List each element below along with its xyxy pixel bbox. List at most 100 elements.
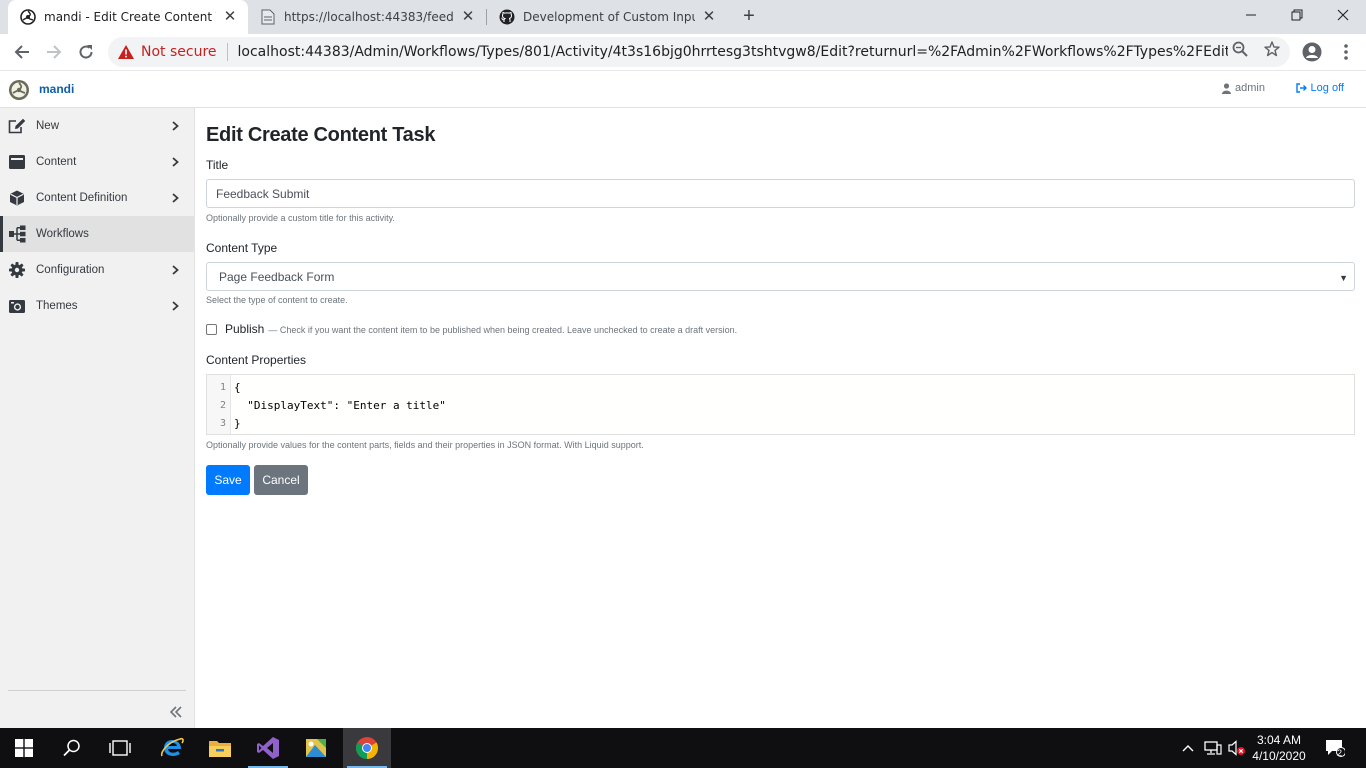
sidebar-item-themes[interactable]: Themes <box>0 288 194 324</box>
inbox-icon <box>8 153 26 171</box>
line-number: 3 <box>219 418 226 429</box>
publish-checkbox[interactable] <box>206 323 217 335</box>
new-tab-button[interactable]: + <box>737 5 761 29</box>
start-icon[interactable] <box>0 728 48 768</box>
chevron-right-icon <box>168 193 182 203</box>
sidebar-divider <box>8 690 186 691</box>
tab-feedback[interactable]: https://localhost:44383/feedback ✕ <box>248 0 486 34</box>
omnibox-separator <box>226 43 228 61</box>
title-input[interactable]: Feedback Submit <box>206 179 1355 208</box>
windows-taskbar: 3:04 AM 4/10/2020 2 <box>0 728 1366 768</box>
username: admin <box>1235 82 1265 94</box>
line-number: 2 <box>219 400 226 411</box>
notifications-icon[interactable]: 2 <box>1320 728 1350 768</box>
visual-studio-icon[interactable] <box>244 728 292 768</box>
reload-icon[interactable] <box>72 38 100 66</box>
cancel-button[interactable]: Cancel <box>254 465 308 495</box>
app-icon[interactable] <box>292 728 340 768</box>
sidebar-item-label: Themes <box>36 300 78 312</box>
chevron-right-icon <box>168 121 182 131</box>
content-type-select[interactable]: Page Feedback Form ▼ <box>206 262 1355 291</box>
code-area[interactable]: { "DisplayText": "Enter a title" } <box>231 375 446 434</box>
minimize-icon[interactable] <box>1228 0 1274 30</box>
orchard-icon <box>20 9 36 25</box>
close-tab-icon[interactable]: ✕ <box>701 9 717 25</box>
content-type-label: Content Type <box>206 241 278 255</box>
title-hint: Optionally provide a custom title for th… <box>206 213 395 223</box>
close-window-icon[interactable] <box>1320 0 1366 30</box>
bookmark-star-icon[interactable] <box>1262 39 1282 59</box>
logoff-link[interactable]: Log off <box>1295 82 1344 94</box>
site-name[interactable]: mandi <box>39 82 74 96</box>
sidebar-item-label: New <box>36 120 60 132</box>
network-icon[interactable] <box>1202 728 1224 768</box>
back-arrow-icon[interactable] <box>8 38 36 66</box>
sidebar-item-configuration[interactable]: Configuration <box>0 252 194 288</box>
close-tab-icon[interactable]: ✕ <box>460 9 476 25</box>
user-icon <box>1222 82 1232 94</box>
tab-edit-create-content-task[interactable]: mandi - Edit Create Content Task ✕ <box>8 0 248 34</box>
app-header: mandi admin Log off <box>0 70 1366 108</box>
tab-title: mandi - Edit Create Content Task <box>44 10 216 24</box>
url-text[interactable]: localhost:44383/Admin/Workflows/Types/80… <box>238 44 1228 60</box>
notification-count: 2 <box>1337 748 1343 758</box>
chrome-icon[interactable] <box>343 728 391 768</box>
chevron-right-icon <box>168 301 182 311</box>
zoom-icon[interactable] <box>1230 39 1250 59</box>
browser-menu-icon[interactable] <box>1332 38 1360 66</box>
cube-icon <box>8 189 26 207</box>
camera-icon <box>8 297 26 315</box>
ie-icon[interactable] <box>148 728 196 768</box>
sidebar-item-content[interactable]: Content <box>0 144 194 180</box>
sidebar-item-content-definition[interactable]: Content Definition <box>0 180 194 216</box>
tab-title: https://localhost:44383/feedback <box>284 10 454 24</box>
page-icon <box>260 9 276 25</box>
title-label: Title <box>206 158 229 172</box>
orchard-logo-icon[interactable] <box>8 79 30 101</box>
publish-row: Publish — Check if you want the content … <box>206 322 737 336</box>
sidebar-item-new[interactable]: New <box>0 108 194 144</box>
line-number: 1 <box>219 382 226 393</box>
volume-muted-icon[interactable] <box>1226 728 1248 768</box>
security-indicator[interactable]: Not secure <box>118 44 217 60</box>
code-line: { <box>234 381 241 394</box>
caret-down-icon: ▼ <box>1339 273 1348 283</box>
sidebar-item-workflows[interactable]: Workflows <box>0 216 194 252</box>
system-clock[interactable]: 3:04 AM 4/10/2020 <box>1246 732 1312 764</box>
tab-title: Development of Custom Input Fo <box>523 10 695 24</box>
github-icon <box>499 9 515 25</box>
content-properties-label: Content Properties <box>206 353 307 367</box>
edit-icon <box>8 117 26 135</box>
forward-arrow-icon[interactable] <box>40 38 68 66</box>
logoff-label: Log off <box>1310 82 1344 94</box>
address-bar[interactable]: Not secure localhost:44383/Admin/Workflo… <box>108 37 1290 67</box>
chevron-right-icon <box>168 265 182 275</box>
close-tab-icon[interactable]: ✕ <box>222 9 238 25</box>
search-icon[interactable] <box>48 728 96 768</box>
user-menu[interactable]: admin <box>1222 82 1265 94</box>
task-view-icon[interactable] <box>96 728 144 768</box>
code-line: "DisplayText": "Enter a title" <box>234 399 446 412</box>
publish-hint: — Check if you want the content item to … <box>268 325 738 335</box>
publish-label[interactable]: Publish <box>225 322 264 336</box>
sign-out-icon <box>1295 83 1307 93</box>
sidebar-item-label: Content Definition <box>36 192 128 204</box>
browser-tab-strip: mandi - Edit Create Content Task ✕ https… <box>0 0 1366 34</box>
collapse-sidebar-icon[interactable] <box>166 702 186 722</box>
gear-icon <box>8 261 26 279</box>
profile-avatar-icon[interactable] <box>1298 38 1326 66</box>
code-line: } <box>234 417 241 430</box>
chevron-right-icon <box>168 157 182 167</box>
sidebar-item-label: Configuration <box>36 264 105 276</box>
file-explorer-icon[interactable] <box>196 728 244 768</box>
sitemap-icon <box>8 225 26 243</box>
warning-icon <box>118 45 134 59</box>
content-type-hint: Select the type of content to create. <box>206 295 348 305</box>
sidebar-item-label: Workflows <box>36 228 89 240</box>
restore-icon[interactable] <box>1274 0 1320 30</box>
tab-development-custom-input[interactable]: Development of Custom Input Fo ✕ <box>487 0 727 34</box>
save-button[interactable]: Save <box>206 465 250 495</box>
chevron-up-icon[interactable] <box>1178 728 1198 768</box>
content-type-value: Page Feedback Form <box>219 269 335 284</box>
content-properties-editor[interactable]: 1 2 3 { "DisplayText": "Enter a title" } <box>206 374 1355 435</box>
